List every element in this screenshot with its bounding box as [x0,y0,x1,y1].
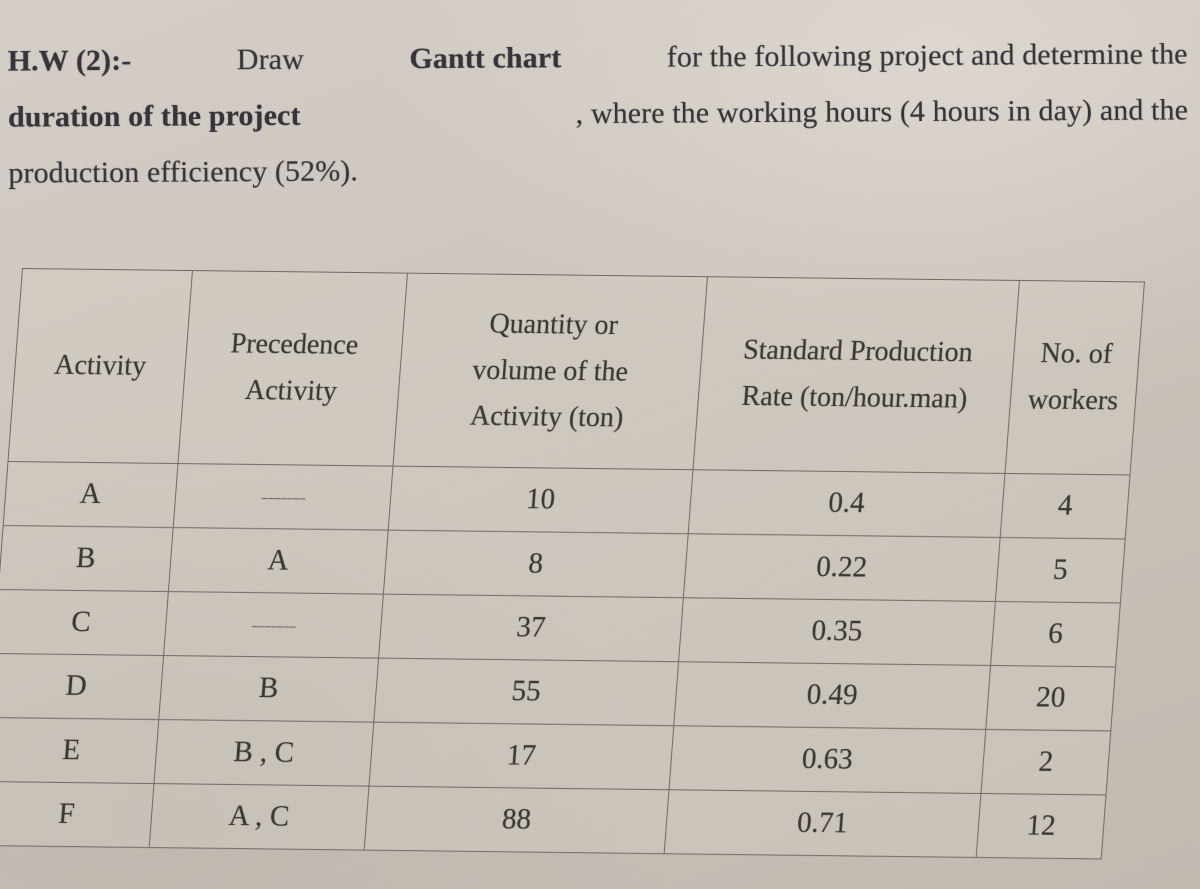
table-header: Activity Precedence Activity Quantity or… [7,268,1145,475]
precedence-cell: B [158,655,379,723]
rate-cell: 0.22 [683,533,1001,602]
workers-cell: 5 [995,537,1126,603]
workers-cell: 2 [980,729,1111,795]
column-header-activity-label: Activity [53,349,148,382]
rate-cell: 0.4 [688,469,1005,538]
activity-cell: B [0,525,174,592]
column-header-quantity-line2: volume of the [471,354,630,388]
quantity-cell: 17 [368,722,674,790]
activity-table: Activity Precedence Activity Quantity or… [0,268,1145,860]
precedence-cell: ------- [173,463,393,531]
rate-cell: 0.49 [673,661,991,730]
rate-cell: 0.71 [664,789,981,858]
column-header-workers-line1: No. of [1039,338,1114,371]
activity-cell: D [0,653,164,720]
activity-table-container: Activity Precedence Activity Quantity or… [0,0,1200,889]
table-header-row: Activity Precedence Activity Quantity or… [7,268,1145,475]
rate-cell: 0.63 [668,725,986,794]
column-header-activity: Activity [7,268,193,464]
no-precedence-dash: ------- [260,491,306,505]
rate-cell: 0.35 [678,597,996,666]
quantity-cell: 8 [383,530,689,598]
column-header-quantity-line3: Activity (ton) [469,400,625,434]
column-header-rate-line1: Standard Production [742,334,974,369]
quantity-cell: 55 [373,658,679,726]
column-header-precedence-line2: Activity [243,374,339,407]
workers-cell: 4 [1000,473,1130,539]
workers-cell: 20 [985,665,1116,731]
column-header-quantity-line1: Quantity or [488,308,620,342]
column-header-number-of-workers: No. of workers [1004,280,1145,475]
column-header-standard-production-rate: Standard Production Rate (ton/hour.man) [692,276,1020,474]
column-header-workers-line2: workers [1026,384,1120,417]
workers-cell: 6 [990,601,1121,667]
precedence-cell: B , C [153,719,374,787]
precedence-cell: ------- [163,591,384,659]
column-header-precedence-activity: Precedence Activity [177,270,408,467]
activity-cell: E [0,717,159,784]
column-header-rate-line2: Rate (ton/hour.man) [740,380,969,415]
activity-cell: F [0,781,154,848]
workers-cell: 12 [976,793,1106,859]
precedence-cell: A [168,527,389,595]
column-header-precedence-line1: Precedence [229,328,360,362]
quantity-cell: 10 [388,466,693,534]
quantity-cell: 37 [378,594,684,662]
table-row: FA , C 88 0.71 12 [0,781,1106,859]
table-body: A ------- 10 0.4 4 B A 8 0.22 5 C ------- 37 0.35 6 D B 5… [0,461,1130,859]
quantity-cell: 88 [364,786,669,854]
no-precedence-dash: ------- [250,619,297,633]
precedence-cell: A , C [149,783,369,851]
activity-cell: A [3,461,178,528]
column-header-quantity: Quantity or volume of the Activity (ton) [392,273,708,470]
activity-cell: C [0,589,169,656]
